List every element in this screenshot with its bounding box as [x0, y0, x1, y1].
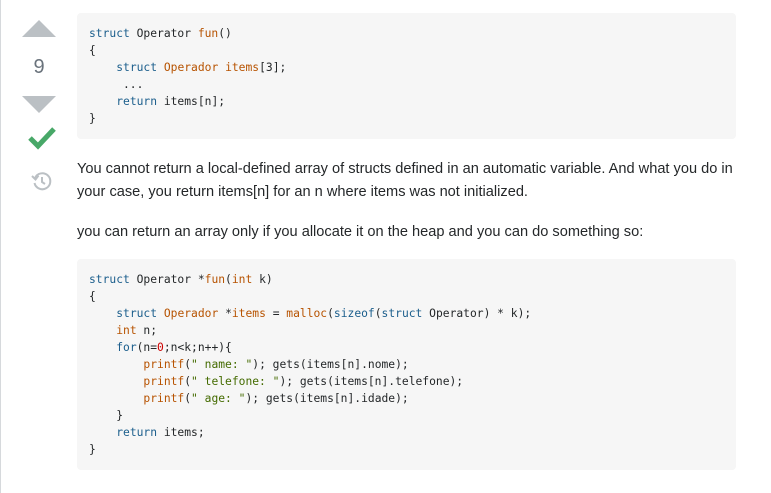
code-line: printf(" age: "); gets(items[n].idade); — [89, 392, 409, 405]
code-token: ( — [327, 307, 334, 320]
code-token: n; — [136, 324, 158, 337]
code-token: int — [116, 324, 137, 337]
code-token: items — [225, 61, 260, 74]
code-token: " name: " — [191, 358, 253, 371]
code-token: ); gets(items[n].nome); — [252, 358, 409, 371]
code-token: int — [231, 273, 253, 286]
code-token: malloc — [286, 307, 328, 320]
code-token: ); gets(items[n].telefone); — [279, 375, 464, 388]
code-token: k) — [252, 273, 273, 286]
code-token: return — [116, 426, 158, 439]
code-block: struct Operator *fun(int k) { struct Ope… — [77, 259, 736, 470]
code-token: () — [218, 27, 232, 40]
code-token: items; — [157, 426, 205, 439]
code-token: { — [89, 290, 96, 303]
code-token: Operador — [163, 307, 219, 320]
code-token: printf — [143, 358, 185, 371]
code-token: struct — [116, 61, 158, 74]
code-token: fun — [197, 27, 219, 40]
code-line: } — [89, 112, 96, 125]
arrow-up-icon[interactable] — [22, 20, 56, 37]
code-token: ... — [89, 78, 144, 91]
code-token: " telefone: " — [191, 375, 280, 388]
code-line: } — [89, 443, 96, 456]
code-line: return items; — [89, 426, 205, 439]
code-token: Operador — [163, 61, 219, 74]
code-token: printf — [143, 392, 185, 405]
code-line: ... — [89, 78, 143, 91]
code-token: fun — [204, 273, 226, 286]
history-icon[interactable] — [30, 170, 52, 192]
code-token: { — [89, 44, 96, 57]
code-token: (n= — [136, 341, 158, 354]
left-border — [0, 0, 1, 493]
code-token: items — [231, 307, 266, 320]
code-token: ); gets(items[n].idade); — [245, 392, 409, 405]
code-token: return — [116, 95, 158, 108]
code-token: items[n]; — [157, 95, 226, 108]
code-line: for(n=0;n<k;n++){ — [89, 341, 232, 354]
code-token: for — [116, 341, 137, 354]
code-token: ( — [225, 273, 232, 286]
answer-paragraph: You cannot return a local-defined array … — [77, 161, 733, 200]
code-token: [3]; — [259, 61, 287, 74]
arrow-down-icon[interactable] — [22, 96, 56, 113]
code-line: int n; — [89, 324, 157, 337]
vote-count: 9 — [33, 56, 45, 78]
code-token: } — [89, 443, 96, 456]
code-token: struct — [381, 307, 423, 320]
code-block: struct Operator fun() { struct Operador … — [77, 13, 736, 139]
checkmark-icon — [28, 127, 56, 150]
code-token: Operator * — [129, 273, 205, 286]
code-token: ( — [374, 307, 382, 320]
code-line: struct Operador *items = malloc(sizeof(s… — [89, 307, 531, 320]
code-token: Operator — [129, 27, 198, 40]
code-token: 0 — [157, 341, 164, 354]
code-token: struct — [89, 273, 130, 286]
code-token: = — [265, 307, 287, 320]
code-token: Operator) * k); — [422, 307, 532, 320]
code-token: printf — [143, 375, 185, 388]
answer-paragraph: you can return an array only if you allo… — [77, 224, 644, 240]
code-line: struct Operador items[3]; — [89, 61, 286, 74]
code-token: " age: " — [191, 392, 246, 405]
code-line: } — [89, 409, 123, 422]
code-token: struct — [89, 27, 130, 40]
code-token: } — [89, 409, 124, 422]
code-token: ;n<k;n++){ — [163, 341, 232, 354]
code-line: struct Operator *fun(int k) — [89, 273, 273, 286]
code-line: printf(" name: "); gets(items[n].nome); — [89, 358, 409, 371]
code-token: } — [89, 112, 96, 125]
code-line: { — [89, 44, 96, 57]
code-token: struct — [116, 307, 158, 320]
code-token: * — [218, 307, 232, 320]
code-line: return items[n]; — [89, 95, 225, 108]
code-line: printf(" telefone: "); gets(items[n].tel… — [89, 375, 463, 388]
code-line: struct Operator fun() — [89, 27, 232, 40]
code-line: { — [89, 290, 96, 303]
code-token: sizeof — [333, 307, 375, 320]
